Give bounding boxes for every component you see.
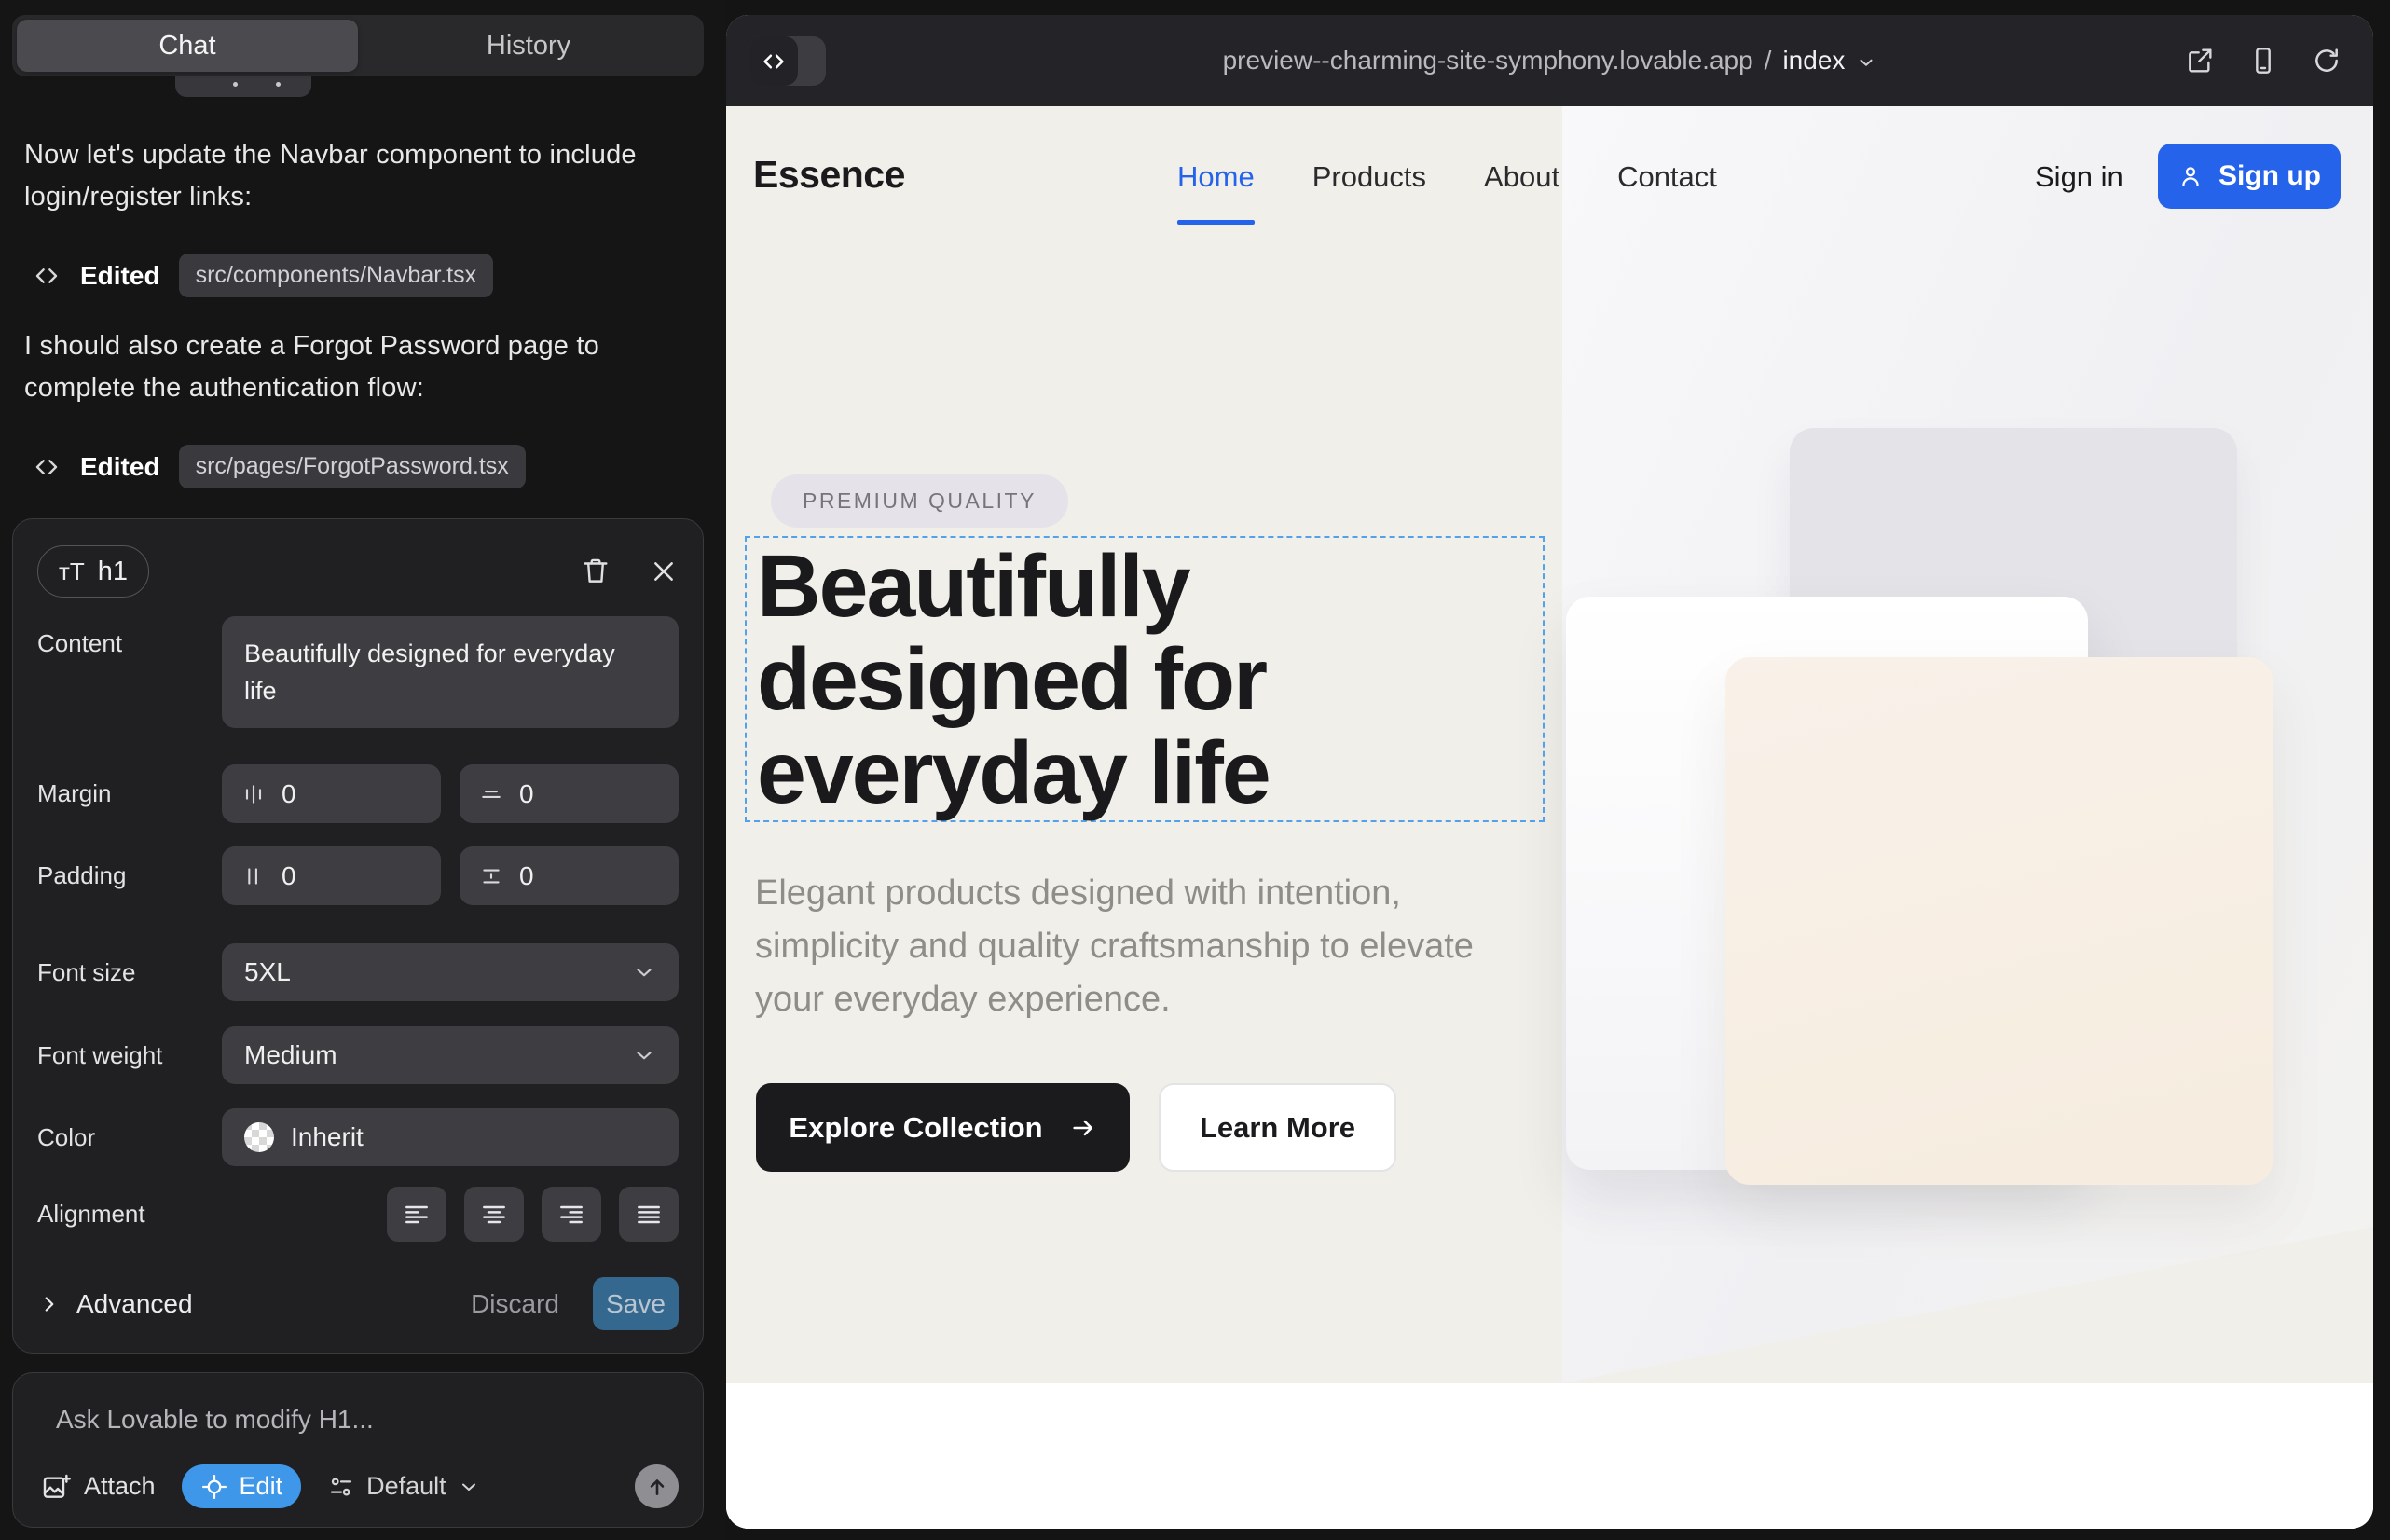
home-active-underline <box>1177 220 1255 225</box>
sign-up-button[interactable]: Sign up <box>2158 144 2341 209</box>
scrolled-chip-remnant <box>175 76 311 97</box>
sign-in-link[interactable]: Sign in <box>2035 160 2123 194</box>
nav-link-contact[interactable]: Contact <box>1617 160 1717 194</box>
font-weight-select[interactable]: Medium <box>222 1026 679 1084</box>
attach-image-icon <box>41 1472 71 1502</box>
prompt-box: Ask Lovable to modify H1... Attach Edit … <box>12 1372 704 1528</box>
chevron-down-icon <box>632 1043 656 1067</box>
chat-message: I should also create a Forgot Password p… <box>24 325 677 409</box>
align-justify-button[interactable] <box>619 1187 679 1242</box>
open-in-new-tab-button[interactable] <box>2185 46 2215 76</box>
crosshair-icon <box>200 1473 228 1501</box>
selected-element-pill[interactable]: тT h1 <box>37 545 149 598</box>
site-preview: Essence Home Products About Contact Sign… <box>726 106 2373 1529</box>
element-tag: h1 <box>98 557 128 587</box>
premium-quality-badge: PREMIUM QUALITY <box>771 474 1068 528</box>
attach-button[interactable]: Attach <box>41 1472 156 1502</box>
h1-selection-outline[interactable]: Beautifully designed for everyday life <box>745 536 1545 822</box>
margin-y-input[interactable]: 0 <box>460 764 679 823</box>
close-editor-button[interactable] <box>649 557 679 586</box>
font-size-label: Font size <box>37 958 222 987</box>
element-editor-panel: тT h1 Content Beautifully designed for e… <box>12 518 704 1354</box>
discard-button[interactable]: Discard <box>471 1289 559 1319</box>
content-label: Content <box>37 629 222 658</box>
code-icon <box>32 261 62 291</box>
sliders-icon <box>327 1473 355 1501</box>
delete-element-button[interactable] <box>580 556 611 587</box>
margin-horizontal-icon <box>240 781 267 807</box>
site-logo[interactable]: Essence <box>753 153 905 197</box>
preview-window: preview--charming-site-symphony.lovable.… <box>726 15 2373 1529</box>
padding-vertical-icon <box>478 863 504 889</box>
tab-history[interactable]: History <box>358 20 699 72</box>
prompt-input[interactable]: Ask Lovable to modify H1... <box>56 1405 374 1435</box>
chevron-down-icon <box>632 960 656 984</box>
padding-x-input[interactable]: 0 <box>222 846 441 905</box>
mobile-view-button[interactable] <box>2248 46 2278 76</box>
edited-file-row[interactable]: Edited src/components/Navbar.tsx <box>32 254 677 297</box>
file-chip[interactable]: src/components/Navbar.tsx <box>179 254 494 297</box>
arrow-right-icon <box>1069 1114 1097 1142</box>
edited-label: Edited <box>80 261 160 291</box>
font-size-select[interactable]: 5XL <box>222 943 679 1001</box>
nav-link-home[interactable]: Home <box>1177 160 1255 194</box>
refresh-button[interactable] <box>2312 46 2342 76</box>
tab-chat[interactable]: Chat <box>17 20 358 72</box>
content-input[interactable]: Beautifully designed for everyday life <box>222 616 679 728</box>
padding-y-input[interactable]: 0 <box>460 846 679 905</box>
hero-section: PREMIUM QUALITY Beautifully designed for… <box>726 106 2373 1529</box>
code-icon <box>32 452 62 482</box>
url-domain: preview--charming-site-symphony.lovable.… <box>1223 46 1753 76</box>
font-weight-label: Font weight <box>37 1041 222 1070</box>
advanced-toggle[interactable]: Advanced <box>37 1289 193 1319</box>
edited-label: Edited <box>80 452 160 482</box>
url-separator: / <box>1765 46 1772 76</box>
typography-icon: тT <box>59 557 85 586</box>
margin-label: Margin <box>37 779 222 808</box>
padding-horizontal-icon <box>240 863 267 889</box>
site-navbar: Essence Home Products About Contact Sign… <box>726 106 2373 237</box>
margin-x-input[interactable]: 0 <box>222 764 441 823</box>
color-select[interactable]: Inherit <box>222 1108 679 1166</box>
nav-link-products[interactable]: Products <box>1312 160 1426 194</box>
nav-link-about[interactable]: About <box>1484 160 1559 194</box>
color-label: Color <box>37 1123 222 1152</box>
chevron-right-icon <box>37 1292 62 1316</box>
editor-header: тT h1 <box>37 545 679 598</box>
chat-messages: Now let's update the Navbar component to… <box>24 134 677 516</box>
align-center-button[interactable] <box>464 1187 524 1242</box>
chip-dots <box>233 82 238 87</box>
learn-more-button[interactable]: Learn More <box>1159 1083 1396 1172</box>
chevron-down-icon <box>458 1476 480 1498</box>
edited-file-row[interactable]: Edited src/pages/ForgotPassword.tsx <box>32 445 677 488</box>
model-selector[interactable]: Default <box>327 1472 480 1501</box>
preview-toolbar: preview--charming-site-symphony.lovable.… <box>726 15 2373 106</box>
alignment-label: Alignment <box>37 1200 222 1229</box>
preview-url[interactable]: preview--charming-site-symphony.lovable.… <box>726 15 2373 106</box>
chat-message: Now let's update the Navbar component to… <box>24 134 677 218</box>
margin-vertical-icon <box>478 781 504 807</box>
chevron-down-icon <box>1856 52 1876 73</box>
file-chip[interactable]: src/pages/ForgotPassword.tsx <box>179 445 526 488</box>
user-icon <box>2177 163 2204 189</box>
lovable-sidebar: Chat History Now let's update the Navbar… <box>0 0 726 1540</box>
align-left-button[interactable] <box>387 1187 446 1242</box>
url-page: index <box>1782 46 1845 76</box>
hero-paragraph: Elegant products designed with intention… <box>755 867 1529 1026</box>
edit-mode-button[interactable]: Edit <box>182 1464 302 1508</box>
hero-heading[interactable]: Beautifully designed for everyday life <box>757 540 1270 819</box>
sidebar-tabs: Chat History <box>12 15 704 76</box>
send-button[interactable] <box>635 1464 679 1508</box>
save-button[interactable]: Save <box>593 1277 679 1330</box>
align-right-button[interactable] <box>542 1187 601 1242</box>
explore-collection-button[interactable]: Explore Collection <box>756 1083 1130 1172</box>
padding-label: Padding <box>37 861 222 890</box>
arrow-up-icon <box>645 1475 669 1499</box>
color-swatch <box>244 1122 274 1152</box>
